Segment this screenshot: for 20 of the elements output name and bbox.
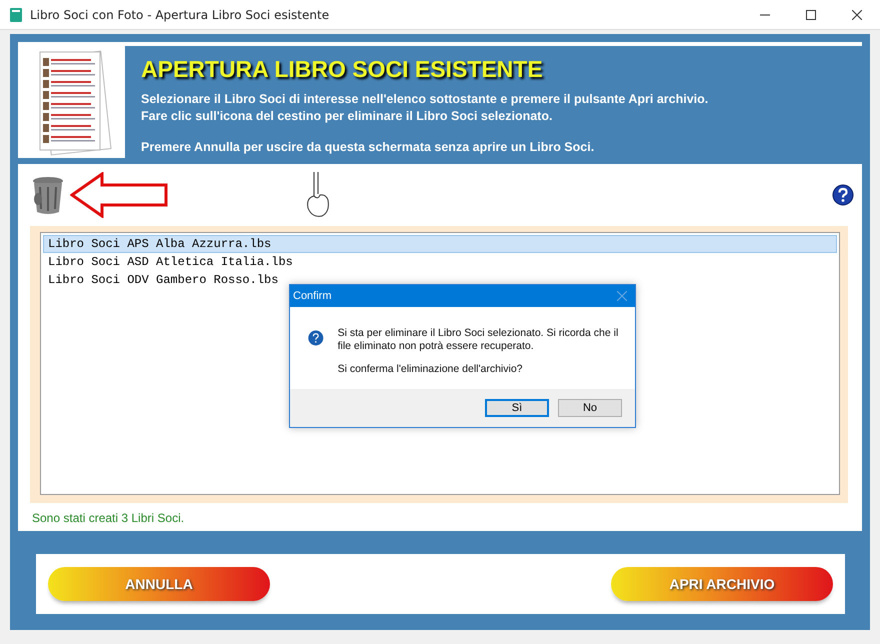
dialog-question: Si conferma l'eliminazione dell'archivio? <box>338 363 524 376</box>
header-title: APERTURA LIBRO SOCI ESISTENTE <box>141 56 544 83</box>
dialog-message: Si sta per eliminare il Libro Soci selezionato. Si ricorda che il file eliminato non potrà essere recuperato. <box>338 327 620 353</box>
file-list-item[interactable]: Libro Soci ODV Gambero Rosso.lbs <box>43 271 837 289</box>
header-instruction: Selezionare il Libro Soci di interesse nell'elenco sottostante e premere il pulsante Apri archivio. <box>141 91 708 108</box>
book-icon <box>10 8 22 22</box>
trash-can-icon[interactable] <box>30 175 66 215</box>
file-list-item[interactable]: Libro Soci ASD Atletica Italia.lbs <box>43 253 837 271</box>
help-icon[interactable] <box>832 184 854 206</box>
window-title: Libro Soci con Foto - Apertura Libro Soci esistente <box>30 8 330 22</box>
maximize-icon[interactable] <box>806 10 816 20</box>
yes-button[interactable]: Sì <box>485 399 549 417</box>
status-message: Sono stati creati 3 Libri Soci. <box>31 510 186 527</box>
file-list-item[interactable]: Libro Soci APS Alba Azzurra.lbs <box>43 235 837 253</box>
dialog-title: Confirm <box>293 290 332 302</box>
arrow-icon <box>70 172 168 218</box>
header-instruction: Fare clic sull'icona del cestino per eliminare il Libro Soci selezionato. <box>141 108 554 125</box>
close-icon[interactable] <box>852 10 862 20</box>
no-button[interactable]: No <box>558 399 622 417</box>
header-instruction: Premere Annulla per uscire da questa schermata senza aprire un Libro Soci. <box>141 139 596 156</box>
